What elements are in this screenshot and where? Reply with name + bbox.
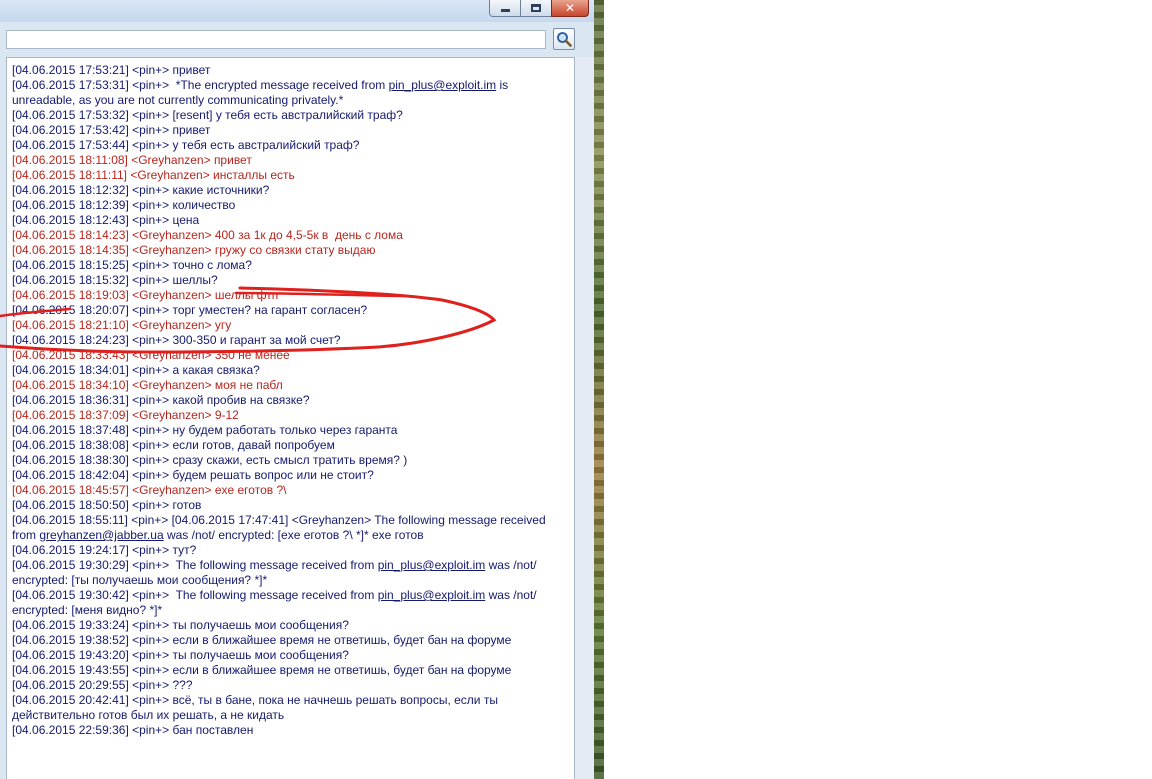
message-incoming: [04.06.2015 18:14:23] <Greyhanzen> 400 з…: [12, 228, 403, 242]
email-link[interactable]: pin_plus@exploit.im: [378, 558, 486, 572]
message-outgoing: [04.06.2015 18:12:43] <pin+> цена: [12, 213, 200, 227]
message-outgoing: [04.06.2015 19:30:42] <pin+> The followi…: [12, 588, 568, 618]
message-pre-text: [04.06.2015 17:53:31] <pin+> *The encryp…: [12, 78, 389, 92]
message-outgoing: [04.06.2015 18:15:25] <pin+> точно с лом…: [12, 258, 252, 272]
message-outgoing: [04.06.2015 17:53:31] <pin+> *The encryp…: [12, 78, 568, 108]
message-outgoing: [04.06.2015 19:43:55] <pin+> если в ближ…: [12, 663, 512, 677]
message-outgoing: [04.06.2015 19:38:52] <pin+> если в ближ…: [12, 633, 512, 647]
message-outgoing: [04.06.2015 17:53:32] <pin+> [resent] у …: [12, 108, 403, 122]
message-outgoing: [04.06.2015 19:24:17] <pin+> тут?: [12, 543, 197, 557]
message-outgoing: [04.06.2015 18:15:32] <pin+> шеллы?: [12, 273, 218, 287]
message-incoming: [04.06.2015 18:33:43] <Greyhanzen> 350 н…: [12, 348, 290, 362]
close-button[interactable]: ✕: [551, 0, 589, 17]
message-list: [04.06.2015 17:53:21] <pin+> привет [04.0…: [12, 63, 568, 738]
message-outgoing: [04.06.2015 18:38:30] <pin+> сразу скажи…: [12, 453, 408, 467]
message-incoming: [04.06.2015 18:34:10] <Greyhanzen> моя н…: [12, 378, 283, 392]
message-outgoing: [04.06.2015 20:29:55] <pin+> ???: [12, 678, 193, 692]
email-link[interactable]: greyhanzen@jabber.ua: [39, 528, 163, 542]
message-outgoing: [04.06.2015 18:50:50] <pin+> готов: [12, 498, 202, 512]
minimize-icon: [500, 9, 510, 12]
message-pre-text: [04.06.2015 19:30:42] <pin+> The followi…: [12, 588, 378, 602]
message-outgoing: [04.06.2015 19:30:29] <pin+> The followi…: [12, 558, 568, 588]
message-outgoing: [04.06.2015 18:38:08] <pin+> если готов,…: [12, 438, 335, 452]
message-pre-text: [04.06.2015 19:30:29] <pin+> The followi…: [12, 558, 378, 572]
message-outgoing: [04.06.2015 18:36:31] <pin+> какой проби…: [12, 393, 310, 407]
desktop-background: [594, 0, 604, 779]
magnifier-search-icon: [557, 32, 572, 47]
message-incoming: [04.06.2015 18:11:11] <Greyhanzen> инста…: [12, 168, 295, 182]
message-outgoing: [04.06.2015 20:42:41] <pin+> всё, ты в б…: [12, 693, 502, 722]
message-outgoing: [04.06.2015 17:53:42] <pin+> привет: [12, 123, 211, 137]
search-input[interactable]: [6, 30, 546, 49]
message-outgoing: [04.06.2015 17:53:21] <pin+> привет: [12, 63, 211, 77]
minimize-button[interactable]: [489, 0, 521, 17]
chat-window: ✕ [04.06.2015 17:53:21] <pin+> привет [04…: [0, 0, 594, 779]
close-icon: ✕: [564, 1, 576, 15]
message-incoming: [04.06.2015 18:11:08] <Greyhanzen> приве…: [12, 153, 252, 167]
maximize-button[interactable]: [520, 0, 552, 17]
search-button[interactable]: [553, 28, 575, 50]
message-outgoing: [04.06.2015 18:55:11] <pin+> [04.06.2015…: [12, 513, 568, 543]
message-outgoing: [04.06.2015 18:37:48] <pin+> ну будем ра…: [12, 423, 398, 437]
message-incoming: [04.06.2015 18:14:35] <Greyhanzen> гружу…: [12, 243, 376, 257]
maximize-icon: [531, 4, 541, 12]
message-outgoing: [04.06.2015 18:42:04] <pin+> будем решат…: [12, 468, 374, 482]
message-outgoing: [04.06.2015 19:33:24] <pin+> ты получаеш…: [12, 618, 349, 632]
chat-log[interactable]: [04.06.2015 17:53:21] <pin+> привет [04.0…: [6, 57, 575, 779]
titlebar[interactable]: ✕: [0, 0, 594, 22]
message-outgoing: [04.06.2015 18:24:23] <pin+> 300-350 и г…: [12, 333, 341, 347]
message-outgoing: [04.06.2015 18:34:01] <pin+> а какая свя…: [12, 363, 260, 377]
message-outgoing: [04.06.2015 19:43:20] <pin+> ты получаеш…: [12, 648, 349, 662]
message-outgoing: [04.06.2015 22:59:36] <pin+> бан поставл…: [12, 723, 254, 737]
message-post-text: was /not/ encrypted: [exe еготов ?\ *]* …: [163, 528, 424, 542]
message-outgoing: [04.06.2015 17:53:44] <pin+> у тебя есть…: [12, 138, 360, 152]
message-incoming: [04.06.2015 18:19:03] <Greyhanzen> шеллы…: [12, 288, 279, 302]
message-outgoing: [04.06.2015 18:20:07] <pin+> торг уместе…: [12, 303, 368, 317]
message-outgoing: [04.06.2015 18:12:39] <pin+> количество: [12, 198, 236, 212]
message-incoming: [04.06.2015 18:21:10] <Greyhanzen> угу: [12, 318, 232, 332]
email-link[interactable]: pin_plus@exploit.im: [389, 78, 497, 92]
message-outgoing: [04.06.2015 18:12:32] <pin+> какие источ…: [12, 183, 270, 197]
window-right-edge: [575, 57, 594, 779]
message-incoming: [04.06.2015 18:37:09] <Greyhanzen> 9-12: [12, 408, 239, 422]
email-link[interactable]: pin_plus@exploit.im: [378, 588, 486, 602]
message-incoming: [04.06.2015 18:45:57] <Greyhanzen> exe е…: [12, 483, 287, 497]
